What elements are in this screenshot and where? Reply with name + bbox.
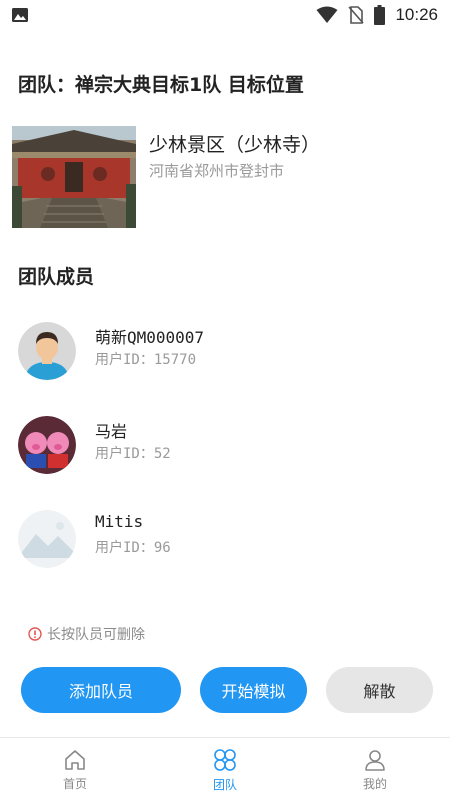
image-icon — [12, 8, 28, 22]
home-icon — [65, 750, 85, 770]
disband-button[interactable]: 解散 — [326, 667, 433, 713]
member-name: Mitis — [95, 512, 144, 531]
battery-icon — [374, 5, 386, 25]
member-row[interactable]: 马岩 用户ID：52 — [18, 416, 432, 476]
member-id: 用户ID：96 — [95, 540, 171, 556]
person-icon — [365, 750, 385, 771]
page-title: 团队：禅宗大典目标1队 目标位置 — [18, 74, 304, 96]
alert-circle-icon — [28, 627, 42, 641]
add-member-button[interactable]: 添加队员 — [21, 667, 181, 713]
default-man-avatar — [18, 322, 76, 380]
tab-mine[interactable]: 我的 — [300, 738, 450, 800]
no-sim-icon — [348, 6, 365, 24]
delete-hint: 长按队员可删除 — [28, 624, 145, 644]
tab-label: 我的 — [362, 777, 387, 791]
start-simulation-button[interactable]: 开始模拟 — [200, 667, 307, 713]
target-location-card[interactable]: 少林景区（少林寺） 河南省郑州市登封市 — [12, 126, 438, 230]
bottom-tab-bar: 首页 团队 我的 — [0, 737, 450, 800]
location-name: 少林景区（少林寺） — [149, 134, 321, 156]
shaolin-temple-image — [12, 126, 136, 228]
hint-text: 长按队员可删除 — [47, 627, 145, 643]
team-icon — [214, 749, 236, 771]
landscape-avatar — [18, 510, 76, 568]
member-row[interactable]: Mitis 用户ID：96 — [18, 510, 432, 570]
member-name: 马岩 — [95, 422, 128, 441]
members-section-title: 团队成员 — [18, 266, 95, 288]
member-id: 用户ID：52 — [95, 446, 171, 462]
tab-home[interactable]: 首页 — [0, 738, 150, 800]
wifi-icon — [316, 6, 338, 23]
status-bar: 10:26 — [0, 0, 450, 30]
tab-team[interactable]: 团队 — [150, 738, 300, 800]
tab-label: 首页 — [62, 777, 87, 791]
member-name: 萌新QM000007 — [95, 328, 205, 347]
pig-toys-avatar — [18, 416, 76, 474]
status-time: 10:26 — [395, 5, 438, 24]
member-id: 用户ID：15770 — [95, 352, 197, 368]
member-row[interactable]: 萌新QM000007 用户ID：15770 — [18, 322, 432, 382]
location-address: 河南省郑州市登封市 — [149, 162, 285, 180]
tab-label: 团队 — [212, 778, 237, 792]
